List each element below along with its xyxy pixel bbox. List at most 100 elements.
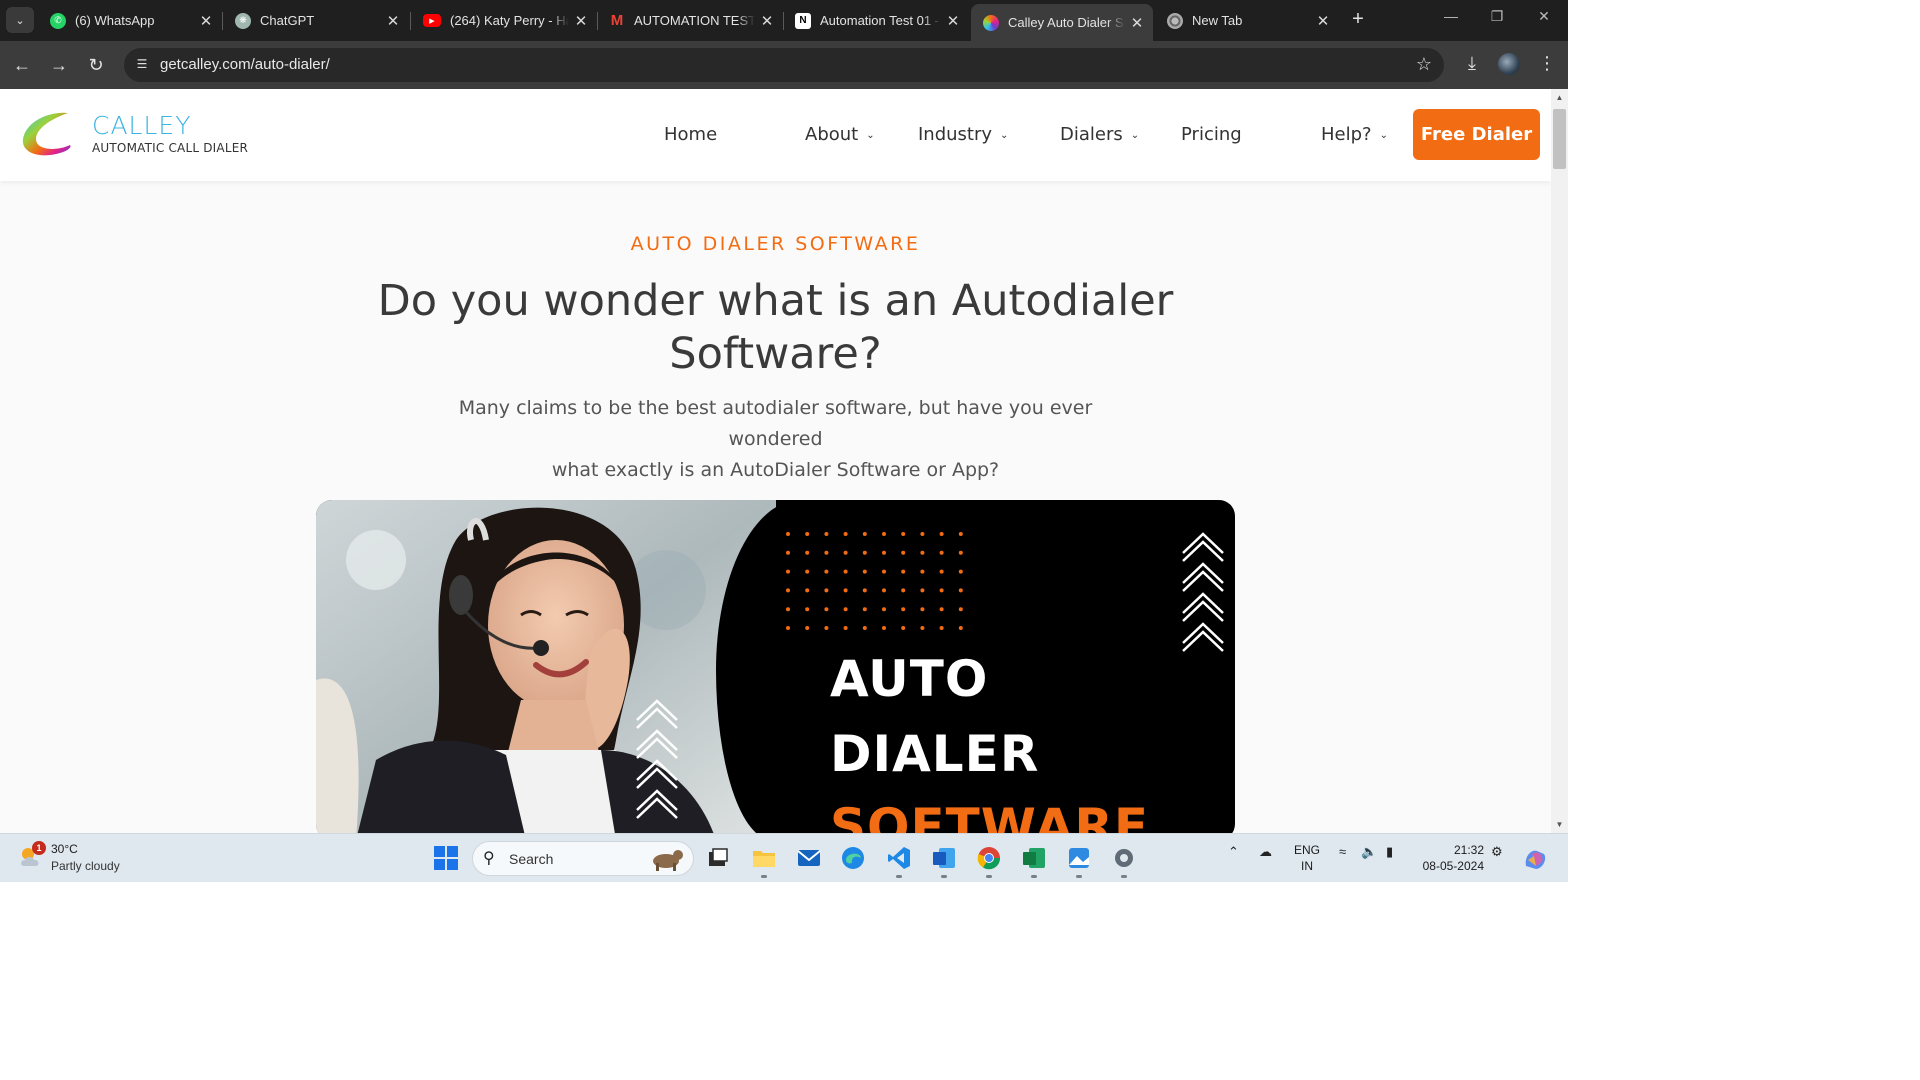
scroll-down-arrow-icon[interactable]: ▼ [1551,820,1568,829]
page-scrollbar[interactable]: ▲ ▼ [1551,89,1568,833]
forward-button[interactable]: → [47,53,71,77]
windows-start-icon[interactable] [433,845,459,871]
tab-title: (264) Katy Perry - Har [450,13,569,28]
excel-icon[interactable] [1021,845,1047,871]
decor-dot [958,550,963,555]
browser-menu-button[interactable]: ⋮ [1535,53,1559,74]
decor-dot [862,626,867,630]
tab-notion[interactable]: N Automation Test 01 - ✕ [783,4,969,37]
calley-logo-icon[interactable] [20,109,74,161]
chrome-icon[interactable] [976,845,1002,871]
mail-icon[interactable] [796,845,822,871]
settings-gear-icon[interactable] [1111,845,1137,871]
close-tab-icon[interactable]: ✕ [569,12,593,30]
nav-industry[interactable]: Industry ⌄ [918,124,1008,145]
system-clock[interactable]: 21:32 08-05-2024 [1418,842,1484,874]
decor-dot [824,607,829,612]
windows-taskbar: 1 30°C Partly cloudy ⚲ Search ⌃ ☁ ENG IN… [0,833,1568,882]
onedrive-cloud-icon[interactable]: ☁ [1259,844,1272,860]
tab-gmail[interactable]: M AUTOMATION TESTE ✕ [597,4,783,37]
photos-icon[interactable] [1066,845,1092,871]
notifications-bell-icon[interactable]: ⚙ [1491,844,1503,860]
search-icon: ⚲ [483,850,495,867]
back-button[interactable]: ← [10,53,34,77]
close-tab-icon[interactable]: ✕ [1125,14,1149,32]
tab-calley[interactable]: Calley Auto Dialer So ✕ [971,4,1153,41]
scroll-up-arrow-icon[interactable]: ▲ [1551,93,1568,102]
nav-label: About [805,124,859,145]
decor-dot [901,569,906,574]
close-window-button[interactable]: ✕ [1521,8,1567,25]
tab-whatsapp[interactable]: ✆ (6) WhatsApp ✕ [38,4,222,37]
tab-title: AUTOMATION TESTE [634,13,755,28]
language-indicator[interactable]: ENG IN [1293,842,1321,874]
nav-about[interactable]: About ⌄ [805,124,875,145]
chrome-icon [1167,12,1183,29]
decor-dot [786,607,790,612]
reload-button[interactable]: ↻ [84,53,108,77]
wifi-icon[interactable]: ≈ [1339,844,1346,859]
decor-dot [824,550,829,555]
downloads-button[interactable]: ⤓ [1460,53,1484,74]
address-bar[interactable]: ☰ getcalley.com/auto-dialer/ ☆ [124,48,1444,82]
nav-dialers[interactable]: Dialers ⌄ [1060,124,1139,145]
logo-name[interactable]: CALLEY [92,111,191,140]
hero-banner-image: AUTO DIALER SOFTWARE [316,500,1235,833]
volume-icon[interactable]: 🔈 [1361,844,1377,860]
decor-dot [920,569,925,574]
task-view-icon[interactable] [705,845,731,871]
weather-description[interactable]: Partly cloudy [51,859,120,873]
tab-youtube[interactable]: ▶ (264) Katy Perry - Har ✕ [411,4,597,37]
restore-button[interactable]: ❐ [1474,8,1520,25]
download-icon: ⤓ [1468,53,1476,73]
bookmark-star-icon[interactable]: ☆ [1416,54,1432,75]
decor-dot [862,569,867,574]
decor-dot [901,607,906,612]
free-dialer-button[interactable]: Free Dialer [1413,109,1540,160]
decor-dot [805,569,810,574]
chevron-down-icon: ⌄ [15,14,25,27]
dot-pattern-decoration [786,532,963,630]
url-text[interactable]: getcalley.com/auto-dialer/ [160,56,330,73]
hero-title-line: SOFTWARE [830,798,1150,833]
weather-temperature[interactable]: 30°C [51,842,78,856]
vscode-icon[interactable] [886,845,912,871]
close-tab-icon[interactable]: ✕ [1311,12,1335,30]
edge-browser-icon[interactable] [840,845,866,871]
profile-avatar[interactable] [1498,53,1520,75]
word-icon[interactable] [931,845,957,871]
chevron-down-icon: ⌄ [1379,130,1388,141]
tab-title: (6) WhatsApp [75,13,155,28]
running-indicator [896,875,902,878]
running-indicator [1031,875,1037,878]
minimize-button[interactable]: — [1428,8,1474,24]
decor-dot [824,532,829,536]
close-tab-icon[interactable]: ✕ [194,12,218,30]
chevron-down-icon: ⌄ [1000,130,1009,141]
tab-chatgpt[interactable]: ❋ ChatGPT ✕ [223,4,409,37]
scrollbar-thumb[interactable] [1553,109,1566,169]
copilot-icon[interactable] [1522,846,1548,872]
show-hidden-icons-chevron-icon[interactable]: ⌃ [1228,844,1239,860]
file-explorer-icon[interactable] [751,845,777,871]
tab-search-button[interactable]: ⌄ [6,7,34,33]
nav-home[interactable]: Home [664,124,717,145]
battery-icon[interactable]: ▮ [1386,844,1393,860]
close-tab-icon[interactable]: ✕ [941,12,965,30]
kebab-menu-icon: ⋮ [1538,53,1556,73]
page-viewport: CALLEY AUTOMATIC CALL DIALER Home About ⌄… [0,89,1551,833]
site-settings-icon[interactable]: ☰ [134,57,150,73]
plus-icon: + [1352,8,1364,30]
close-tab-icon[interactable]: ✕ [755,12,779,30]
decor-dot [901,626,906,630]
tab-title: ChatGPT [260,13,315,28]
taskbar-search[interactable]: ⚲ Search [472,841,694,876]
tab-new-tab[interactable]: New Tab ✕ [1155,4,1339,37]
decor-dot [843,588,848,593]
decor-dot [786,626,790,630]
nav-pricing[interactable]: Pricing [1181,124,1242,145]
nav-help[interactable]: Help? ⌄ [1321,124,1388,145]
new-tab-button[interactable]: + [1346,8,1370,32]
close-tab-icon[interactable]: ✕ [381,12,405,30]
decor-dot [882,588,886,593]
